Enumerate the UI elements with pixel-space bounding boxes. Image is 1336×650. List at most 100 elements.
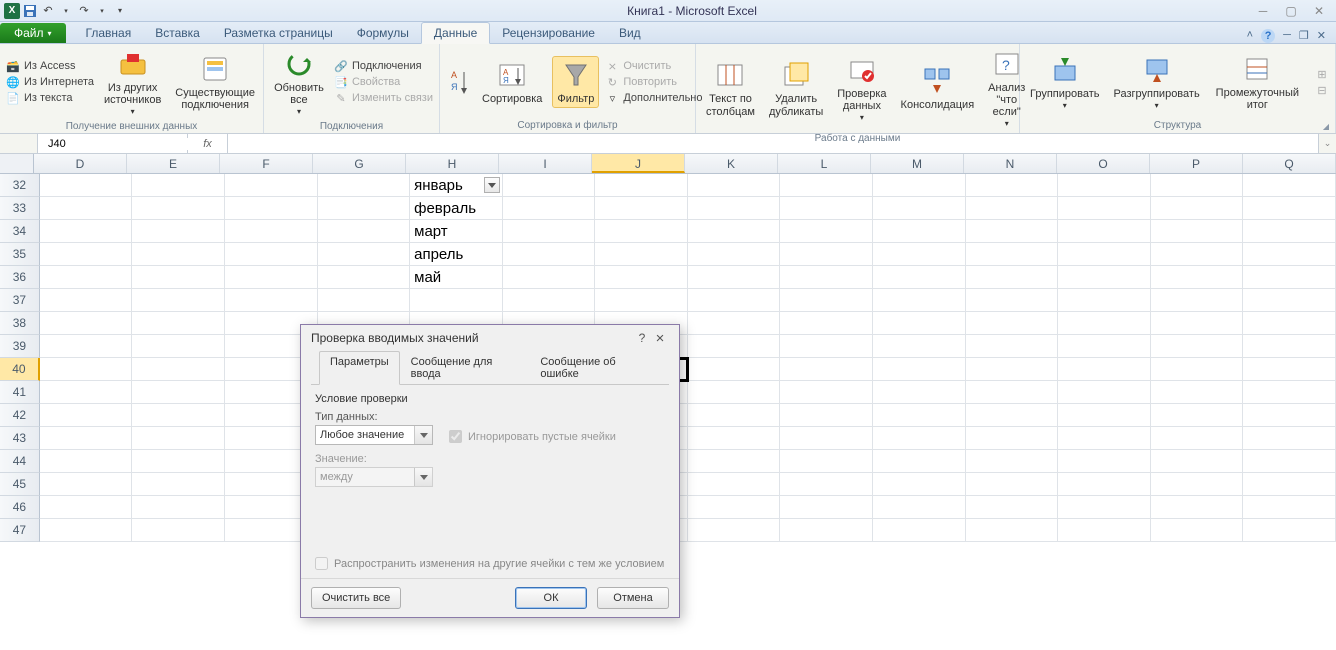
- outline-launcher-icon[interactable]: ◢: [1323, 122, 1329, 131]
- cell[interactable]: [1151, 381, 1244, 404]
- cell[interactable]: [1058, 243, 1151, 266]
- column-header[interactable]: E: [127, 154, 220, 173]
- cell[interactable]: [780, 519, 873, 542]
- file-tab[interactable]: Файл: [0, 23, 66, 43]
- cell[interactable]: [503, 266, 596, 289]
- cell[interactable]: [595, 220, 688, 243]
- cell[interactable]: [1243, 473, 1336, 496]
- show-detail-button[interactable]: ⊞: [1315, 67, 1329, 81]
- cell[interactable]: [873, 197, 966, 220]
- cell[interactable]: [318, 289, 411, 312]
- sort-az-button[interactable]: АЯ: [446, 64, 472, 100]
- row-header[interactable]: 39: [0, 335, 40, 358]
- cell[interactable]: [1151, 404, 1244, 427]
- dialog-cancel-button[interactable]: Отмена: [597, 587, 669, 609]
- fx-button[interactable]: fx: [188, 134, 228, 153]
- cell[interactable]: [40, 473, 133, 496]
- properties-button[interactable]: 📑Свойства: [334, 75, 433, 89]
- cell[interactable]: [873, 404, 966, 427]
- cell[interactable]: [1151, 335, 1244, 358]
- column-header[interactable]: D: [34, 154, 127, 173]
- cell[interactable]: [40, 496, 133, 519]
- cell[interactable]: [503, 197, 596, 220]
- minimize-ribbon-icon[interactable]: ˄: [1247, 29, 1253, 43]
- cell[interactable]: [688, 197, 781, 220]
- from-other-button[interactable]: Из других источников▾: [100, 46, 165, 119]
- column-header[interactable]: H: [406, 154, 499, 173]
- cell[interactable]: [1243, 450, 1336, 473]
- cell[interactable]: [1243, 358, 1336, 381]
- help-icon[interactable]: ?: [1261, 29, 1275, 43]
- cell[interactable]: [595, 289, 688, 312]
- cell[interactable]: [780, 335, 873, 358]
- dialog-propagate-checkbox[interactable]: [315, 557, 328, 570]
- cell[interactable]: [132, 197, 225, 220]
- dialog-ok-button[interactable]: ОК: [515, 587, 587, 609]
- row-header[interactable]: 45: [0, 473, 40, 496]
- cell[interactable]: [873, 473, 966, 496]
- row-header[interactable]: 42: [0, 404, 40, 427]
- group-button[interactable]: Группировать▾: [1026, 52, 1104, 113]
- undo-icon[interactable]: ↶: [40, 3, 56, 19]
- cell[interactable]: [873, 289, 966, 312]
- remove-dup-button[interactable]: Удалить дубликаты: [765, 57, 827, 119]
- text-to-columns-button[interactable]: Текст по столбцам: [702, 57, 759, 119]
- subtotal-button[interactable]: Промежуточный итог: [1210, 51, 1305, 113]
- row-header[interactable]: 36: [0, 266, 40, 289]
- column-header[interactable]: K: [685, 154, 778, 173]
- cell[interactable]: [1243, 220, 1336, 243]
- cell[interactable]: март: [410, 220, 503, 243]
- cell[interactable]: [132, 312, 225, 335]
- cell[interactable]: [1151, 289, 1244, 312]
- column-header[interactable]: M: [871, 154, 964, 173]
- cell[interactable]: [1058, 312, 1151, 335]
- from-web-button[interactable]: 🌐Из Интернета: [6, 75, 94, 89]
- row-header[interactable]: 35: [0, 243, 40, 266]
- tab-layout[interactable]: Разметка страницы: [212, 23, 345, 43]
- maximize-button[interactable]: ▢: [1284, 4, 1298, 18]
- cell[interactable]: [1243, 266, 1336, 289]
- cell[interactable]: [225, 266, 318, 289]
- cell[interactable]: [688, 243, 781, 266]
- clear-filter-button[interactable]: ⨯Очистить: [605, 59, 702, 73]
- cell[interactable]: [688, 496, 781, 519]
- cell[interactable]: [132, 496, 225, 519]
- cell[interactable]: [780, 266, 873, 289]
- cell[interactable]: [873, 312, 966, 335]
- cell[interactable]: апрель: [410, 243, 503, 266]
- column-header[interactable]: P: [1150, 154, 1243, 173]
- cell[interactable]: [873, 243, 966, 266]
- cell[interactable]: [966, 243, 1059, 266]
- cell[interactable]: [595, 174, 688, 197]
- data-validation-button[interactable]: Проверка данных▾: [833, 52, 890, 125]
- tab-view[interactable]: Вид: [607, 23, 653, 43]
- cell[interactable]: [40, 312, 133, 335]
- cell[interactable]: [225, 197, 318, 220]
- cell[interactable]: [225, 243, 318, 266]
- dialog-tab-error-msg[interactable]: Сообщение об ошибке: [529, 351, 661, 384]
- column-header[interactable]: N: [964, 154, 1057, 173]
- cell[interactable]: [780, 473, 873, 496]
- cell[interactable]: [873, 266, 966, 289]
- dialog-ignore-blank[interactable]: Игнорировать пустые ячейки: [449, 430, 616, 443]
- cell[interactable]: [132, 404, 225, 427]
- dialog-type-combo[interactable]: Любое значение: [315, 425, 433, 445]
- row-header[interactable]: 40: [0, 358, 40, 381]
- tab-formulas[interactable]: Формулы: [345, 23, 421, 43]
- filter-dropdown-icon[interactable]: [484, 177, 500, 193]
- cell[interactable]: [503, 243, 596, 266]
- row-header[interactable]: 33: [0, 197, 40, 220]
- cell[interactable]: [132, 427, 225, 450]
- cell[interactable]: [873, 174, 966, 197]
- redo-icon[interactable]: ↷: [76, 3, 92, 19]
- cell[interactable]: [780, 220, 873, 243]
- redo-dd-icon[interactable]: ▾: [94, 3, 110, 19]
- cell[interactable]: [966, 335, 1059, 358]
- cell[interactable]: [132, 381, 225, 404]
- cell[interactable]: [318, 220, 411, 243]
- cell[interactable]: [132, 358, 225, 381]
- existing-conn-button[interactable]: Существующие подключения: [171, 51, 259, 113]
- edit-links-button[interactable]: ✎Изменить связи: [334, 91, 433, 105]
- cell[interactable]: [225, 174, 318, 197]
- dialog-close-button[interactable]: ×: [651, 330, 669, 347]
